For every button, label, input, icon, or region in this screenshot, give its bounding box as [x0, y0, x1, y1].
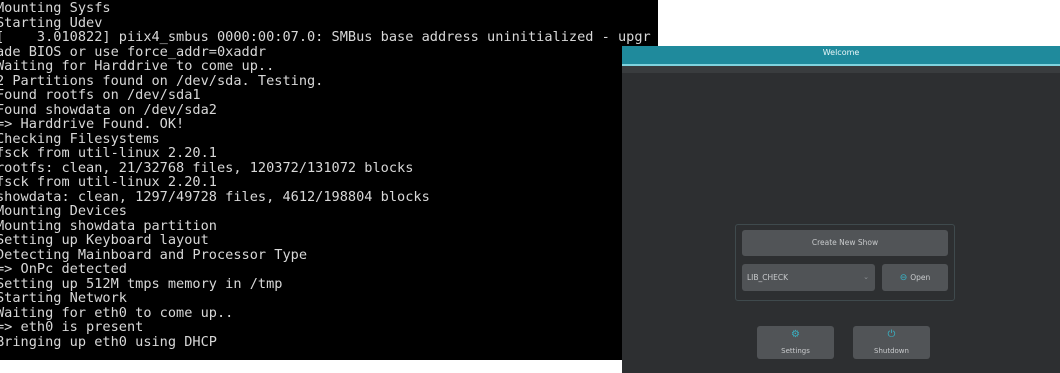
console-line: 2 Partitions found on /dev/sda. Testing. — [0, 72, 324, 89]
console-line: Detecting Mainboard and Processor Type — [0, 246, 307, 263]
window-title: Welcome — [822, 48, 860, 57]
console-line: Mounting Devices — [0, 203, 127, 219]
console-line: Setting up Keyboard layout — [0, 232, 209, 248]
power-icon: ⏻ — [887, 329, 896, 340]
console-line: Mounting Sysfs — [0, 0, 111, 16]
create-new-show-button[interactable]: Create New Show — [742, 230, 948, 256]
open-button[interactable]: ⊖ Open — [882, 264, 948, 291]
show-select-value: LIB_CHECK — [747, 273, 789, 282]
console-line: Bringing up eth0 using DHCP — [0, 333, 217, 350]
console-line: Setting up 512M tmps memory in /tmp — [0, 275, 283, 292]
shutdown-label: Shutdown — [874, 347, 909, 355]
toolbar-strip — [622, 66, 1060, 73]
console-line: Checking Filesystems — [0, 130, 160, 147]
console-line: Mounting showdata partition — [0, 217, 217, 234]
show-select[interactable]: LIB_CHECK ⌄ — [742, 264, 875, 291]
console-line: ade BIOS or use force_addr=0xaddr — [0, 43, 267, 60]
gear-icon: ⚙ — [791, 329, 800, 340]
settings-label: Settings — [781, 347, 810, 355]
open-icon: ⊖ — [899, 273, 908, 283]
console-line: Starting Udev — [0, 14, 103, 31]
console-line: => eth0 is present — [0, 319, 144, 335]
console-output: Mounting Sysfs Starting Udev[ 3.010822] p… — [0, 1, 651, 349]
console-line: fsck from util-linux 2.20.1 — [0, 145, 217, 161]
open-label: Open — [910, 273, 931, 282]
console-line: Found rootfs on /dev/sda1 — [0, 87, 201, 103]
console-line: [ 3.010822] piix4_smbus 0000:00:07.0: SM… — [0, 29, 651, 45]
console-line: => Harddrive Found. OK! — [0, 116, 185, 132]
console-line: Starting Network — [0, 290, 127, 306]
welcome-window: Welcome Create New Show LIB_CHECK ⌄ ⊖ Ope… — [622, 46, 1060, 373]
title-bar: Welcome — [622, 46, 1060, 66]
chevron-down-icon: ⌄ — [863, 273, 869, 281]
shutdown-button[interactable]: ⏻ Shutdown — [853, 326, 930, 359]
console-line: fsck from util-linux 2.20.1 — [0, 174, 217, 190]
show-panel: Create New Show LIB_CHECK ⌄ ⊖ Open — [735, 224, 955, 301]
console-line: Waiting for Harddrive to come up.. — [0, 58, 275, 74]
settings-button[interactable]: ⚙ Settings — [757, 326, 834, 359]
boot-console: Mounting Sysfs Starting Udev[ 3.010822] p… — [0, 0, 658, 360]
console-line: => OnPc detected — [0, 261, 127, 277]
console-line: Waiting for eth0 to come up.. — [0, 304, 234, 321]
console-line: showdata: clean, 1297/49728 files, 4612/… — [0, 188, 430, 205]
console-line: rootfs: clean, 21/32768 files, 120372/13… — [0, 159, 414, 176]
console-line: Found showdata on /dev/sda2 — [0, 101, 217, 118]
